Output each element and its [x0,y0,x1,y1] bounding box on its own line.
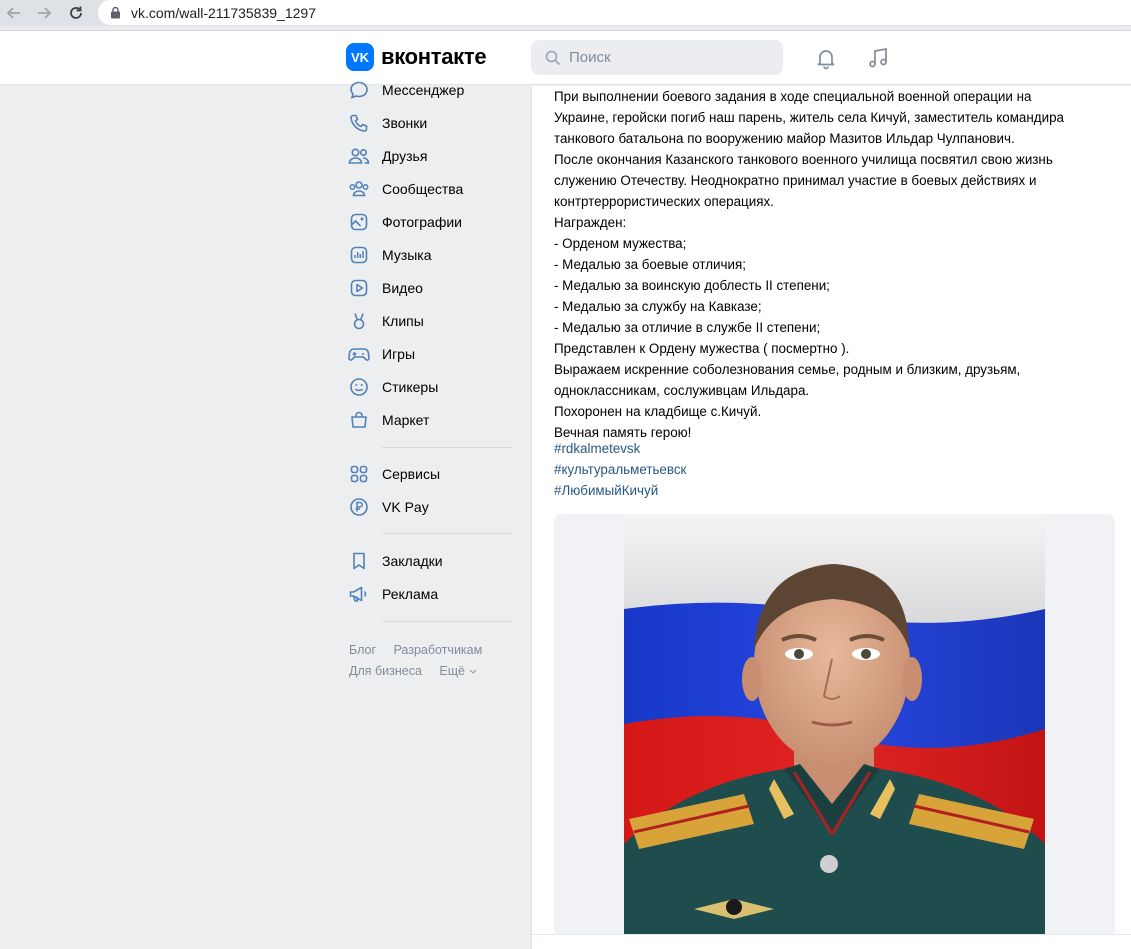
post-text-line: танкового батальона по вооружению майор … [554,131,1015,146]
sidebar-divider [382,447,513,448]
vk-logo-mark: VK [346,43,374,71]
sidebar-divider [382,533,513,534]
bookmark-icon [348,550,370,572]
post-text-line: служению Отечеству. Неоднократно принима… [554,173,1037,188]
hashtag-link[interactable]: #rdkalmetevsk [554,438,686,459]
lock-icon [110,6,121,19]
post-text-line: - Медалью за боевые отличия; [554,257,746,272]
sidebar-item-communities[interactable]: Сообщества [348,175,463,203]
sidebar-item-games[interactable]: Игры [348,340,415,368]
ads-icon [348,583,370,605]
sidebar-item-services[interactable]: Сервисы [348,460,440,488]
footer-link-more[interactable]: Ещё [439,664,477,678]
services-icon [348,463,370,485]
back-arrow-icon[interactable] [2,2,26,24]
sidebar-item-label: Реклама [382,586,439,602]
sidebar-item-ads[interactable]: Реклама [348,580,438,608]
sidebar-item-label: Мессенджер [382,82,465,98]
vkpay-icon [348,496,370,518]
post-text-line: Выражаем искренние соболезнования семье,… [554,362,1021,377]
sidebar-item-label: Сообщества [382,181,464,197]
chevron-down-icon [469,669,477,674]
post-text-line: Представлен к Ордену мужества ( посмертн… [554,341,850,356]
sidebar-item-friends[interactable]: Друзья [348,142,427,170]
wall-post: При выполнении боевого задания в ходе сп… [531,86,1131,949]
phone-icon [348,112,370,134]
music-note-icon[interactable] [864,44,892,72]
sidebar-footer-row-1: Блог Разработчикам [349,643,496,657]
sidebar-item-music[interactable]: Музыка [348,241,432,269]
post-text-line: При выполнении боевого задания в ходе сп… [554,89,1032,104]
post-text-line: одноклассникам, сослуживцам Ильдара. [554,383,810,398]
communities-icon [348,178,370,200]
sidebar-divider [382,621,513,622]
sidebar-item-label: Звонки [382,115,428,131]
sidebar-item-bookmarks[interactable]: Закладки [348,547,443,575]
bell-icon[interactable] [812,44,840,72]
sidebar-item-video[interactable]: Видео [348,274,423,302]
search-placeholder: Поиск [569,49,611,66]
sidebar-item-label: Игры [382,346,416,362]
photos-icon [348,211,370,233]
footer-link-developers[interactable]: Разработчикам [394,643,483,657]
sidebar-item-label: Видео [382,280,423,296]
video-icon [348,277,370,299]
post-text-line: - Орденом мужества; [554,236,687,251]
sidebar-item-photos[interactable]: Фотографии [348,208,462,236]
sidebar-item-label: Маркет [382,412,430,428]
post-text-line: После окончания Казанского танкового вое… [554,152,1053,167]
stickers-icon [348,376,370,398]
sidebar-item-label: Закладки [382,553,443,569]
post-text-line: - Медалью за отличие в службе II степени… [554,320,821,335]
forward-arrow-icon[interactable] [32,2,56,24]
post-text-line: Награжден: [554,215,627,230]
sidebar-item-label: Клипы [382,313,424,329]
post-text-line: - Медалью за воинскую доблесть II степен… [554,278,830,293]
site-header: VK вконтакте Поиск [0,31,1131,85]
sidebar-item-stickers[interactable]: Стикеры [348,373,438,401]
games-icon [348,343,370,365]
browser-toolbar: vk.com/wall-211735839_1297 [0,0,1131,26]
url-text: vk.com/wall-211735839_1297 [131,4,316,21]
hashtag-link[interactable]: #ЛюбимыйКичуй [554,480,686,501]
footer-link-business[interactable]: Для бизнеса [349,664,422,678]
post-text-line: Украине, геройски погиб наш парень, жите… [554,110,1064,125]
post-text: При выполнении боевого задания в ходе сп… [554,86,1119,443]
vk-logo[interactable]: VK вконтакте [346,43,487,71]
post-text-line: Похоронен на кладбище с.Кичуй. [554,404,762,419]
sidebar-item-market[interactable]: Маркет [348,406,429,434]
post-photo-frame [554,514,1115,937]
sidebar-item-label: Стикеры [382,379,439,395]
sidebar-item-label: Музыка [382,247,432,263]
footer-link-blog[interactable]: Блог [349,643,376,657]
market-icon [348,409,370,431]
sidebar-item-messenger[interactable]: Мессенджер [348,76,464,104]
post-footer-edge [532,934,1131,949]
sidebar-item-vkpay[interactable]: VK Pay [348,493,429,521]
sidebar-item-label: VK Pay [382,499,429,515]
vk-logo-text: вконтакте [381,44,487,69]
sidebar-item-calls[interactable]: Звонки [348,109,427,137]
post-text-line: контртеррористических операциях. [554,194,774,209]
sidebar-item-label: Фотографии [382,214,463,230]
hashtag-link[interactable]: #культуральметьевск [554,459,686,480]
sidebar-item-clips[interactable]: Клипы [348,307,424,335]
sidebar-footer-row-2: Для бизнеса Ещё [349,664,491,678]
clips-icon [348,310,370,332]
post-text-line: - Медалью за службу на Кавказе; [554,299,762,314]
sidebar-item-label: Сервисы [382,466,441,482]
reload-icon[interactable] [64,2,88,24]
search-input[interactable]: Поиск [531,40,783,75]
friends-icon [348,145,370,167]
post-hashtags: #rdkalmetevsk #культуральметьевск #Любим… [554,438,686,501]
sidebar-item-label: Друзья [382,148,428,164]
address-bar[interactable]: vk.com/wall-211735839_1297 [98,0,1131,25]
music-icon [348,244,370,266]
messenger-icon [348,79,370,101]
post-photo[interactable] [624,514,1045,937]
search-icon [545,50,561,66]
footer-more-label: Ещё [439,664,465,678]
